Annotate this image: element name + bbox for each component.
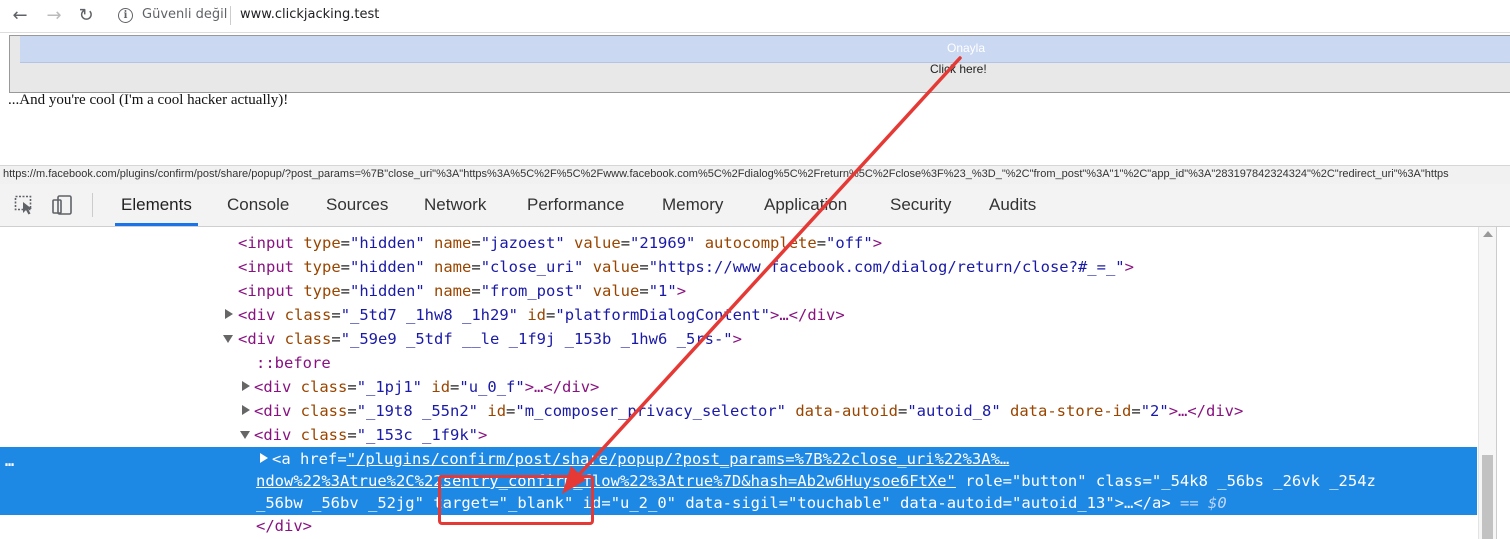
back-arrow-icon[interactable]: ← <box>8 4 32 28</box>
tab-audits[interactable]: Audits <box>983 184 1042 226</box>
forward-arrow-icon[interactable]: → <box>42 4 66 28</box>
device-toolbar-icon[interactable] <box>52 195 74 215</box>
hidden-confirm-button[interactable] <box>20 36 1510 63</box>
collapse-triangle-icon[interactable] <box>240 431 250 439</box>
page-content: Onayla Click here! ...And you're cool (I… <box>0 33 1510 165</box>
dom-node-anchor-line3[interactable]: _56bw _56bv _52jg" target="_blank" id="u… <box>256 491 1227 515</box>
info-icon[interactable]: i <box>118 8 133 23</box>
scroll-thumb[interactable] <box>1482 455 1493 539</box>
tab-network[interactable]: Network <box>418 184 492 226</box>
dom-node-anchor-line1[interactable]: <a href="/plugins/confirm/post/share/pop… <box>272 447 1009 471</box>
dom-node-input-jazoest[interactable]: <input type="hidden" name="jazoest" valu… <box>238 231 882 255</box>
address-separator <box>230 6 231 25</box>
tab-application[interactable]: Application <box>758 184 853 226</box>
dom-node-privacy-selector[interactable]: <div class="_19t8 _55n2" id="m_composer_… <box>254 399 1243 423</box>
clickjack-frame[interactable]: Onayla Click here! <box>9 35 1510 93</box>
dom-node-close-div[interactable]: </div> <box>256 514 312 538</box>
confirm-button-label[interactable]: Onayla <box>947 41 985 55</box>
dom-node-div-1pj1[interactable]: <div class="_1pj1" id="u_0_f">…</div> <box>254 375 599 399</box>
page-text: ...And you're cool (I'm a cool hacker ac… <box>8 92 289 108</box>
url-field[interactable]: www.clickjacking.test <box>240 7 379 22</box>
expand-triangle-icon[interactable] <box>225 309 233 319</box>
status-url-bar: https://m.facebook.com/plugins/confirm/p… <box>0 165 1510 184</box>
annotation-highlight-box <box>438 475 594 525</box>
expand-triangle-icon[interactable] <box>242 381 250 391</box>
collapse-triangle-icon[interactable] <box>223 335 233 343</box>
reload-icon[interactable]: ↻ <box>74 4 98 28</box>
dom-node-input-from-post[interactable]: <input type="hidden" name="from_post" va… <box>238 279 686 303</box>
expand-triangle-icon[interactable] <box>260 453 268 463</box>
dom-node-div-153c[interactable]: <div class="_153c _1f9k"> <box>254 423 487 447</box>
tab-console[interactable]: Console <box>221 184 295 226</box>
tab-security[interactable]: Security <box>884 184 957 226</box>
dom-node-input-close-uri[interactable]: <input type="hidden" name="close_uri" va… <box>238 255 1134 279</box>
scroll-up-icon[interactable] <box>1483 231 1493 237</box>
inspect-element-icon[interactable] <box>14 195 36 215</box>
elements-scrollbar[interactable] <box>1478 227 1497 539</box>
dom-node-before[interactable]: ::before <box>256 351 331 375</box>
elements-panel: <input type="hidden" name="jazoest" valu… <box>0 227 1496 539</box>
expand-triangle-icon[interactable] <box>242 405 250 415</box>
tab-sources[interactable]: Sources <box>320 184 394 226</box>
tab-elements[interactable]: Elements <box>115 184 198 226</box>
dom-node-div-59e9[interactable]: <div class="_59e9 _5tdf __le _1f9j _153b… <box>238 327 742 351</box>
node-menu-icon[interactable]: … <box>5 452 14 470</box>
browser-address-bar: ← → ↻ i Güvenli değil www.clickjacking.t… <box>0 0 1510 33</box>
tab-memory[interactable]: Memory <box>656 184 729 226</box>
security-status[interactable]: Güvenli değil <box>142 7 227 22</box>
dom-node-platform-dialog[interactable]: <div class="_5td7 _1hw8 _1h29" id="platf… <box>238 303 845 327</box>
dom-node-anchor-line2[interactable]: ndow%22%3Atrue%2C%22sentry_confirm_flow%… <box>256 469 1376 493</box>
styles-side-panel[interactable] <box>1496 227 1510 539</box>
toolbar-separator <box>92 193 93 217</box>
click-here-button[interactable]: Click here! <box>930 62 987 76</box>
tab-performance[interactable]: Performance <box>521 184 630 226</box>
devtools-toolbar: Elements Console Sources Network Perform… <box>0 184 1510 227</box>
